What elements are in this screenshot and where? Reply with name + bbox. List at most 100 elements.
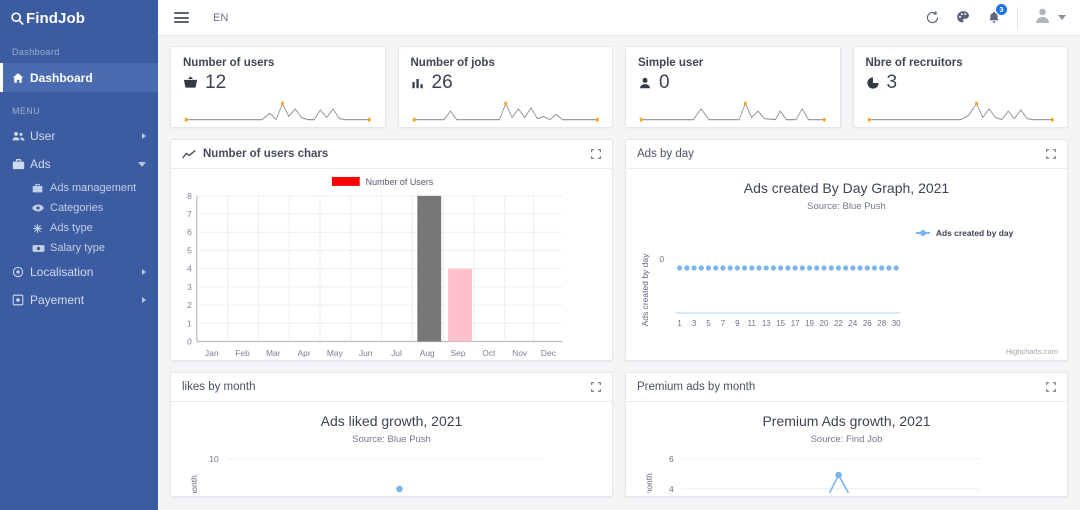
panel-ads-by-day: Ads by day Ads created By Day Graph, 202… bbox=[625, 139, 1068, 361]
svg-text:Aug: Aug bbox=[420, 348, 435, 358]
svg-text:11: 11 bbox=[748, 319, 757, 328]
svg-text:Oct: Oct bbox=[482, 348, 496, 358]
svg-text:6: 6 bbox=[187, 227, 192, 237]
svg-text:20: 20 bbox=[820, 319, 829, 328]
refresh-icon[interactable] bbox=[925, 10, 940, 25]
users-bar-chart: Number of Users bbox=[171, 169, 612, 360]
topbar-actions: 3 bbox=[925, 7, 1066, 29]
highcharts-credit: Highcharts.com bbox=[1006, 347, 1058, 356]
svg-text:0: 0 bbox=[659, 254, 664, 264]
basket-icon bbox=[183, 75, 198, 90]
brand-name: FindJob bbox=[26, 10, 85, 27]
svg-text:May: May bbox=[327, 348, 344, 358]
brand-logo[interactable]: FindJob bbox=[0, 0, 158, 36]
svg-text:26: 26 bbox=[863, 319, 872, 328]
panel-premium-ads-by-month: Premium ads by month Premium Ads growth,… bbox=[625, 372, 1068, 497]
notification-badge: 3 bbox=[995, 3, 1008, 16]
expand-icon[interactable] bbox=[1046, 382, 1056, 392]
panel-header: Number of users chars bbox=[171, 140, 612, 169]
expand-icon[interactable] bbox=[591, 382, 601, 392]
hamburger-icon[interactable] bbox=[174, 12, 189, 23]
panel-body: Number of Users bbox=[171, 169, 612, 360]
sidebar-subitem-ads-management[interactable]: Ads management bbox=[0, 178, 158, 198]
bar-chart-icon bbox=[411, 76, 425, 90]
panel-number-of-users-chars: Number of users chars bbox=[170, 139, 613, 361]
stat-value: 0 bbox=[659, 73, 670, 92]
payment-icon bbox=[12, 294, 30, 306]
chart-title: Premium Ads growth, 2021 bbox=[626, 402, 1067, 429]
svg-text:8: 8 bbox=[187, 191, 192, 201]
svg-text:9: 9 bbox=[735, 319, 740, 328]
ads-by-day-chart: Ads created by day 0 Ads created by day bbox=[626, 212, 1067, 336]
money-bill-icon bbox=[32, 242, 50, 255]
language-selector[interactable]: EN bbox=[213, 12, 228, 24]
svg-text:Jul: Jul bbox=[391, 348, 402, 358]
svg-text:Jun: Jun bbox=[359, 348, 373, 358]
chart-subtitle: Source: Blue Push bbox=[626, 196, 1067, 212]
palette-icon[interactable] bbox=[956, 10, 971, 25]
sidebar-item-dashboard[interactable]: Dashboard bbox=[0, 63, 158, 92]
panel-likes-by-month: likes by month Ads liked growth, 2021 bbox=[170, 372, 613, 497]
panel-header: Ads by day bbox=[626, 140, 1067, 169]
svg-text:2: 2 bbox=[187, 300, 192, 310]
target-icon bbox=[12, 266, 30, 278]
user-menu[interactable] bbox=[1034, 7, 1066, 29]
stat-title: Number of jobs bbox=[411, 57, 601, 69]
home-icon bbox=[12, 72, 30, 84]
chart-title: Ads liked growth, 2021 bbox=[171, 402, 612, 429]
sidebar-item-dashboard-label: Dashboard bbox=[30, 71, 158, 85]
svg-text:28: 28 bbox=[877, 319, 886, 328]
svg-text:Nov: Nov bbox=[512, 348, 528, 358]
sidebar-subitem-label: Categories bbox=[50, 202, 103, 214]
svg-text:5: 5 bbox=[187, 245, 192, 255]
svg-text:1: 1 bbox=[187, 318, 192, 328]
panel-title: Premium ads by month bbox=[637, 381, 1046, 393]
svg-text:Ads created by day: Ads created by day bbox=[936, 228, 1014, 238]
stat-title: Simple user bbox=[638, 57, 828, 69]
dashboard-content: Number of users 12 bbox=[158, 36, 1080, 510]
sidebar-item-user[interactable]: User bbox=[0, 122, 158, 150]
bottom-charts-row: likes by month Ads liked growth, 2021 bbox=[170, 372, 1068, 497]
topbar-divider bbox=[1017, 7, 1018, 29]
svg-text:30: 30 bbox=[892, 319, 901, 328]
expand-icon[interactable] bbox=[591, 149, 601, 159]
main-area: EN bbox=[158, 0, 1080, 510]
sidebar-item-ads[interactable]: Ads bbox=[0, 150, 158, 178]
chart-subtitle: Source: Find Job bbox=[626, 429, 1067, 445]
chevron-down-icon bbox=[1058, 15, 1066, 20]
person-icon bbox=[638, 76, 652, 90]
panel-title: Ads by day bbox=[637, 148, 1046, 160]
svg-text:13: 13 bbox=[762, 319, 771, 328]
premium-ads-chart: 6 4 month bbox=[626, 445, 1067, 493]
sidebar-item-payement-label: Payement bbox=[30, 293, 142, 307]
svg-text:Dec: Dec bbox=[541, 348, 556, 358]
sidebar-item-localisation-label: Localisation bbox=[30, 265, 142, 279]
sparkline-chart bbox=[866, 96, 1056, 124]
sidebar-item-ads-label: Ads bbox=[30, 157, 138, 171]
chevron-right-icon bbox=[142, 269, 146, 275]
svg-text:Jan: Jan bbox=[205, 348, 219, 358]
svg-text:7: 7 bbox=[187, 209, 192, 219]
svg-text:0: 0 bbox=[187, 336, 192, 346]
line-chart-icon bbox=[182, 149, 196, 160]
expand-icon[interactable] bbox=[1046, 149, 1056, 159]
stat-cards-row: Number of users 12 bbox=[170, 46, 1068, 128]
sidebar-subitem-categories[interactable]: Categories bbox=[0, 198, 158, 218]
panel-body: Premium Ads growth, 2021 Source: Find Jo… bbox=[626, 402, 1067, 496]
svg-text:10: 10 bbox=[209, 454, 219, 464]
stat-card-nbre-of-recruitors: Nbre of recruitors 3 bbox=[853, 46, 1069, 128]
svg-text:19: 19 bbox=[805, 319, 814, 328]
chart-subtitle: Source: Blue Push bbox=[171, 429, 612, 445]
stat-value: 3 bbox=[887, 73, 898, 92]
svg-text:1: 1 bbox=[677, 319, 682, 328]
panel-title: Number of users chars bbox=[203, 148, 591, 160]
sidebar-subitem-salary-type[interactable]: Salary type bbox=[0, 238, 158, 258]
search-icon bbox=[10, 11, 25, 26]
likes-by-month-chart: 10 month bbox=[171, 445, 612, 493]
bell-icon[interactable]: 3 bbox=[987, 10, 1001, 25]
svg-text:4: 4 bbox=[187, 264, 192, 274]
sidebar-item-localisation[interactable]: Localisation bbox=[0, 258, 158, 286]
panel-body: Ads created By Day Graph, 2021 Source: B… bbox=[626, 169, 1067, 360]
sidebar-subitem-ads-type[interactable]: Ads type bbox=[0, 218, 158, 238]
sidebar-item-payement[interactable]: Payement bbox=[0, 286, 158, 314]
